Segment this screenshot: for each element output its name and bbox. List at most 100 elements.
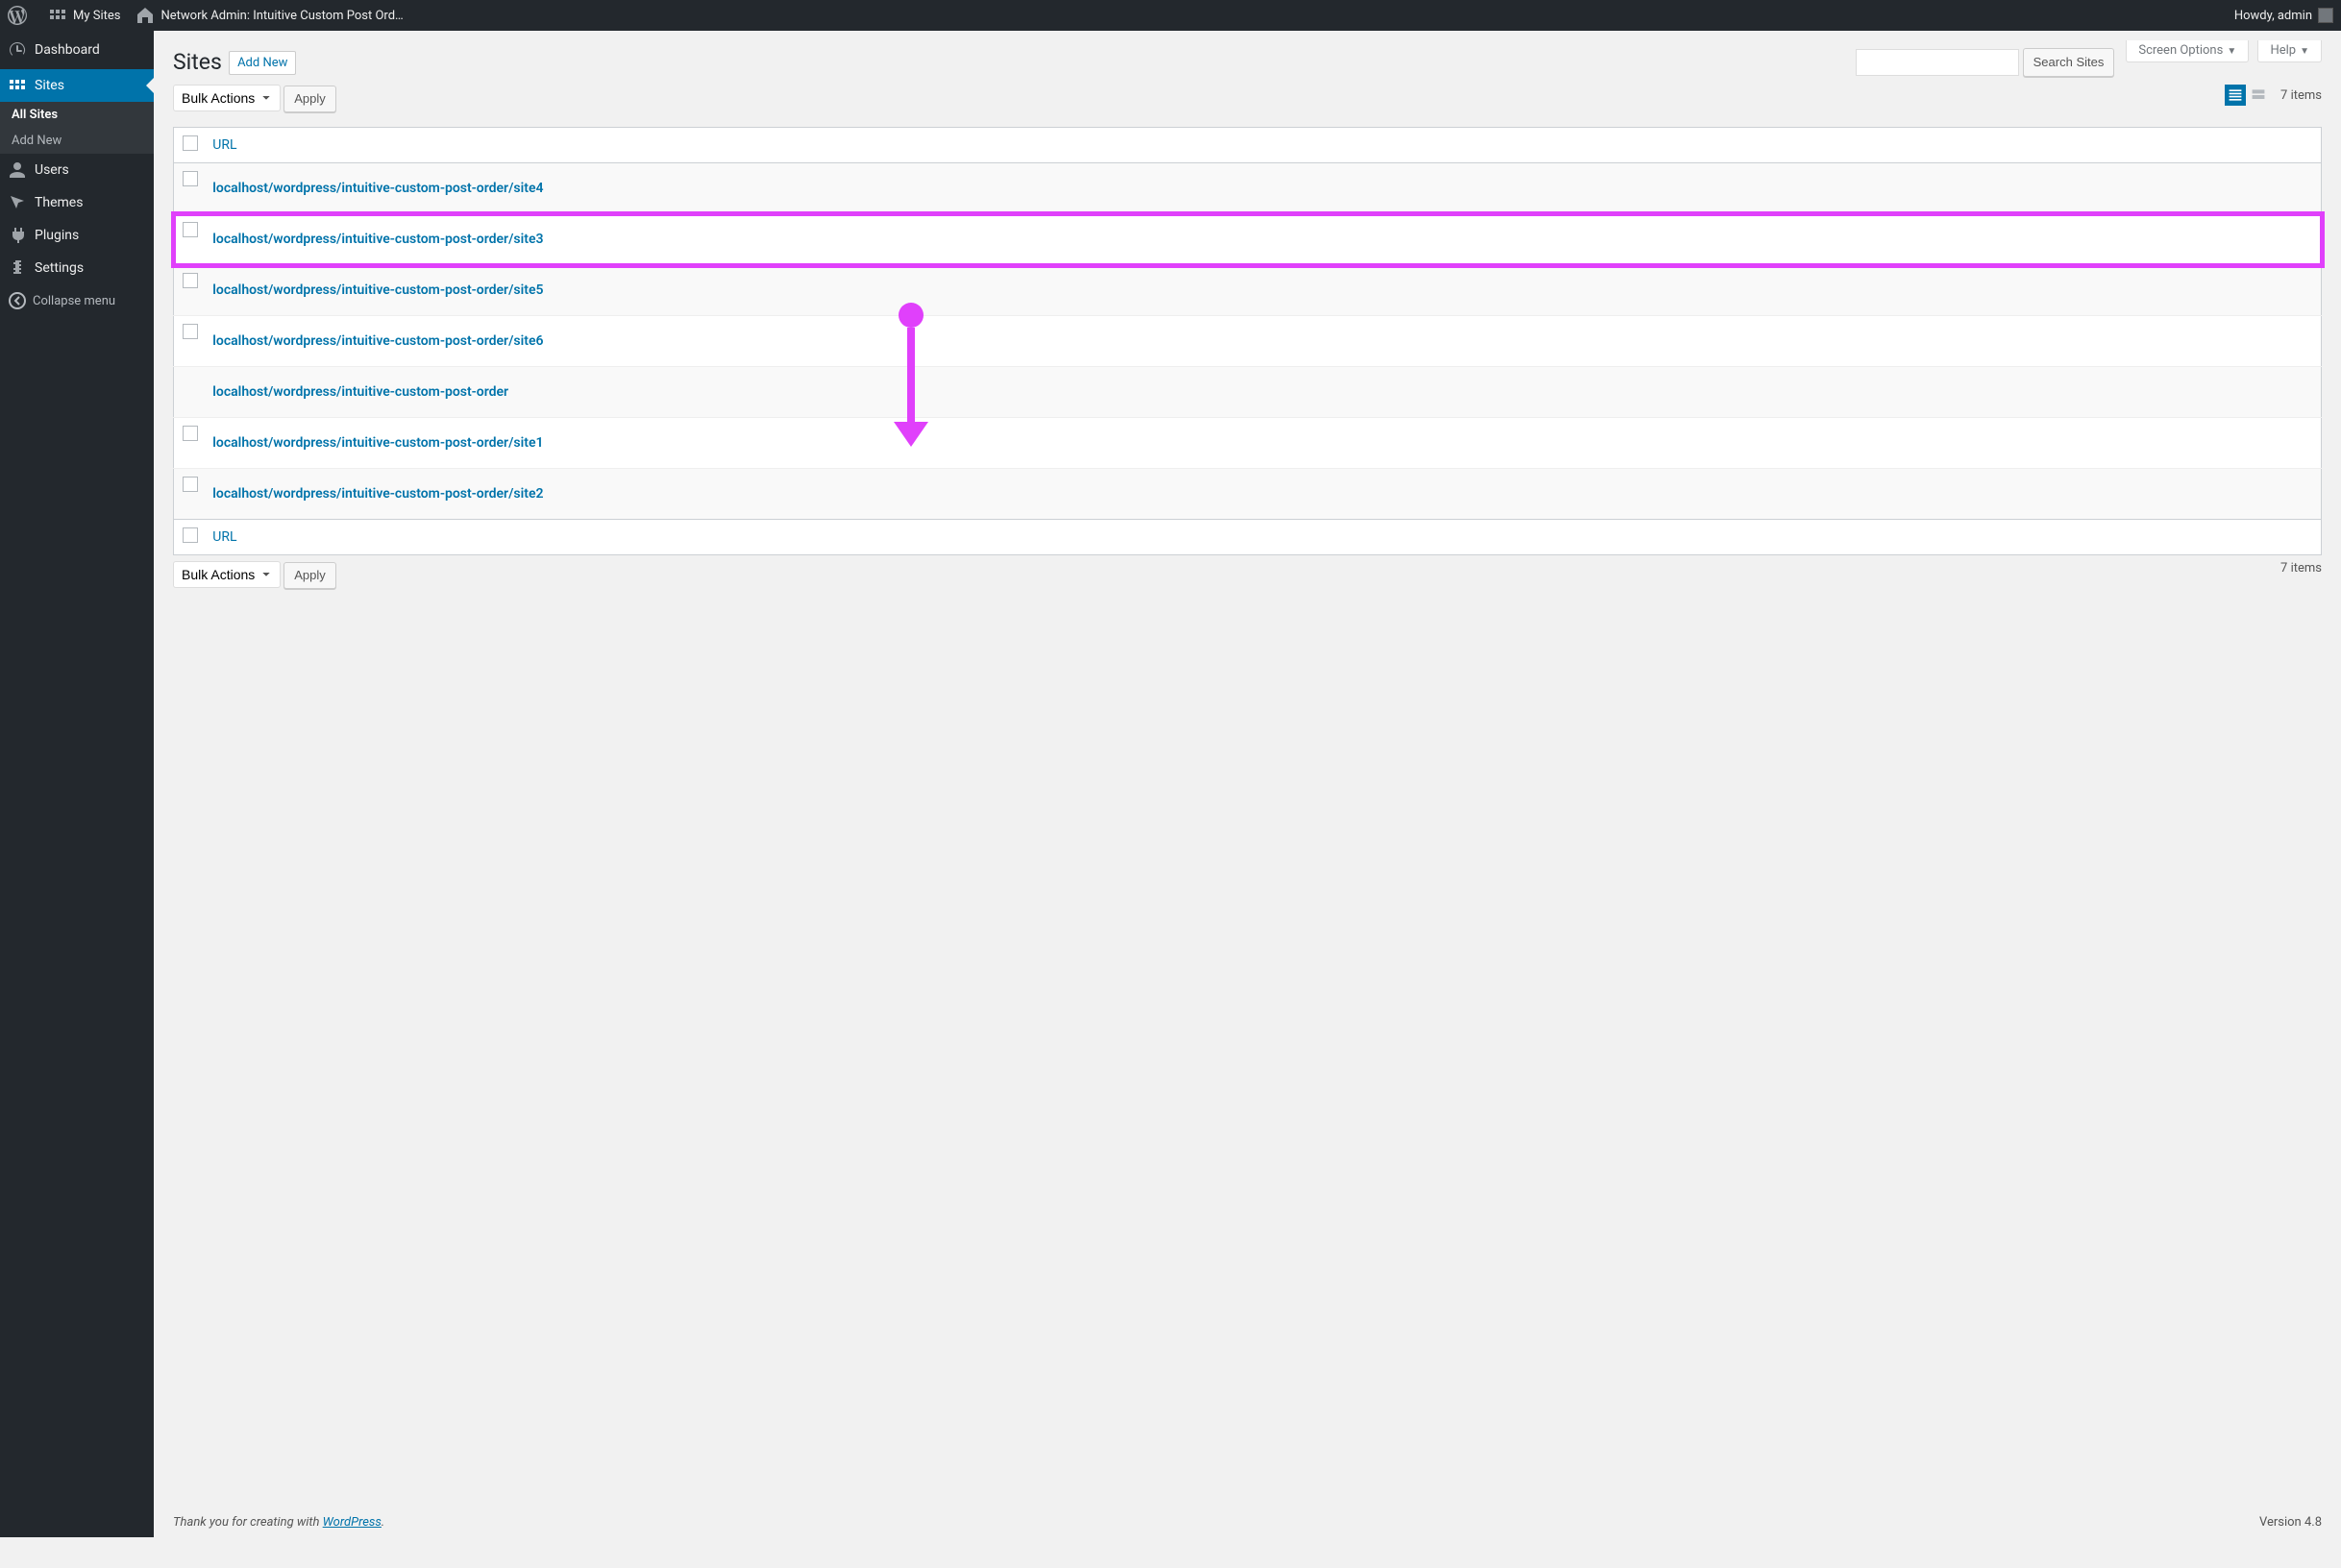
my-sites-link[interactable]: My Sites [40,0,128,31]
apply-button-top[interactable]: Apply [283,86,336,112]
row-check-cell [174,367,204,418]
howdy-link[interactable]: Howdy, admin [2227,0,2341,31]
sites-icon [8,76,27,95]
table-row[interactable]: localhost/wordpress/intuitive-custom-pos… [174,367,2322,418]
site-url-link[interactable]: localhost/wordpress/intuitive-custom-pos… [212,333,543,349]
multisite-icon [48,6,67,25]
table-row[interactable]: localhost/wordpress/intuitive-custom-pos… [174,469,2322,520]
row-checkbox[interactable] [183,477,198,492]
submenu-all-sites[interactable]: All Sites [0,102,154,128]
wp-logo[interactable] [0,0,40,31]
menu-sites[interactable]: Sites [0,69,154,102]
search-input[interactable] [1856,49,2019,76]
table-row[interactable]: localhost/wordpress/intuitive-custom-pos… [174,316,2322,367]
site-name-link[interactable]: Network Admin: Intuitive Custom Post Ord… [128,0,410,31]
wordpress-icon [8,6,27,25]
row-checkbox[interactable] [183,324,198,339]
site-url-link[interactable]: localhost/wordpress/intuitive-custom-pos… [212,232,543,247]
menu-users[interactable]: Users [0,154,154,186]
main-body: Screen Options▼ Help▼ Sites Add New Sear… [154,31,2341,642]
site-url-link[interactable]: localhost/wordpress/intuitive-custom-pos… [212,384,508,400]
menu-settings-label: Settings [35,260,84,276]
row-check-cell [174,418,204,469]
row-checkbox[interactable] [183,222,198,237]
row-checkbox[interactable] [183,426,198,441]
site-url-link[interactable]: localhost/wordpress/intuitive-custom-pos… [212,282,543,298]
page-title: Sites [173,40,222,79]
column-url-header[interactable]: URL [203,128,2321,163]
menu-themes-label: Themes [35,195,83,210]
row-check-cell [174,316,204,367]
table-row[interactable]: localhost/wordpress/intuitive-custom-pos… [174,418,2322,469]
howdy-text: Howdy, admin [2234,9,2312,23]
row-check-cell [174,163,204,214]
bulk-actions-select-top[interactable]: Bulk Actions [173,85,281,111]
footer-wp-link[interactable]: WordPress [323,1515,382,1530]
collapse-menu[interactable]: Collapse menu [0,284,154,317]
view-excerpt-icon[interactable] [2248,85,2269,106]
select-all-bottom[interactable] [183,527,198,543]
row-url-cell: localhost/wordpress/intuitive-custom-pos… [203,418,2321,469]
tablenav-bottom: Bulk Actions Apply 7 items [173,561,2322,600]
avatar [2318,8,2333,23]
row-url-cell: localhost/wordpress/intuitive-custom-pos… [203,163,2321,214]
screen-options-tab[interactable]: Screen Options▼ [2126,40,2249,62]
table-row[interactable]: localhost/wordpress/intuitive-custom-pos… [174,265,2322,316]
settings-icon [8,258,27,278]
submenu-add-new[interactable]: Add New [0,128,154,154]
row-url-cell: localhost/wordpress/intuitive-custom-pos… [203,367,2321,418]
dashboard-icon [8,40,27,60]
site-url-link[interactable]: localhost/wordpress/intuitive-custom-pos… [212,181,543,196]
menu-dashboard[interactable]: Dashboard [0,31,154,69]
collapse-label: Collapse menu [33,294,115,308]
my-sites-label: My Sites [73,9,120,23]
view-list-icon[interactable] [2225,85,2246,106]
search-sites-button[interactable]: Search Sites [2023,48,2115,77]
item-count-top: 7 items [2280,88,2322,103]
site-url-link[interactable]: localhost/wordpress/intuitive-custom-pos… [212,486,543,502]
site-title-label: Network Admin: Intuitive Custom Post Ord… [160,9,403,23]
sites-table: URL localhost/wordpress/intuitive-custom… [173,127,2322,555]
column-url-footer[interactable]: URL [203,520,2321,555]
tablenav-top: Bulk Actions Apply 7 items [173,85,2322,123]
admin-menu: Dashboard Sites All Sites Add New Users … [0,31,154,1537]
menu-users-label: Users [35,162,69,178]
menu-plugins[interactable]: Plugins [0,219,154,252]
row-url-cell: localhost/wordpress/intuitive-custom-pos… [203,214,2321,265]
menu-settings[interactable]: Settings [0,252,154,284]
bulk-actions-select-bottom[interactable]: Bulk Actions [173,561,281,588]
footer-thankyou: Thank you for creating with WordPress. [173,1515,384,1530]
help-tab[interactable]: Help▼ [2257,40,2322,62]
menu-themes[interactable]: Themes [0,186,154,219]
item-count-bottom: 7 items [2280,561,2322,576]
row-checkbox[interactable] [183,273,198,288]
screen-meta-links: Screen Options▼ Help▼ [2120,40,2322,62]
add-new-button[interactable]: Add New [229,51,296,75]
view-switch [2225,85,2269,106]
users-icon [8,160,27,180]
table-row[interactable]: localhost/wordpress/intuitive-custom-pos… [174,214,2322,265]
row-url-cell: localhost/wordpress/intuitive-custom-pos… [203,265,2321,316]
apply-button-bottom[interactable]: Apply [283,562,336,589]
footer: Thank you for creating with WordPress. V… [173,1515,2322,1530]
chevron-down-icon: ▼ [2300,46,2309,57]
row-check-cell [174,214,204,265]
site-url-link[interactable]: localhost/wordpress/intuitive-custom-pos… [212,435,543,451]
row-checkbox[interactable] [183,171,198,186]
plugins-icon [8,226,27,245]
row-url-cell: localhost/wordpress/intuitive-custom-pos… [203,316,2321,367]
row-url-cell: localhost/wordpress/intuitive-custom-pos… [203,469,2321,520]
table-row[interactable]: localhost/wordpress/intuitive-custom-pos… [174,163,2322,214]
row-check-cell [174,469,204,520]
chevron-down-icon: ▼ [2227,46,2236,57]
menu-dashboard-label: Dashboard [35,42,100,58]
submenu-sites: All Sites Add New [0,102,154,154]
admin-bar: My Sites Network Admin: Intuitive Custom… [0,0,2341,31]
select-all-top[interactable] [183,135,198,151]
themes-icon [8,193,27,212]
row-check-cell [174,265,204,316]
search-box: Search Sites [1856,48,2114,77]
collapse-icon [8,291,27,310]
menu-plugins-label: Plugins [35,228,79,243]
home-icon [136,6,155,25]
